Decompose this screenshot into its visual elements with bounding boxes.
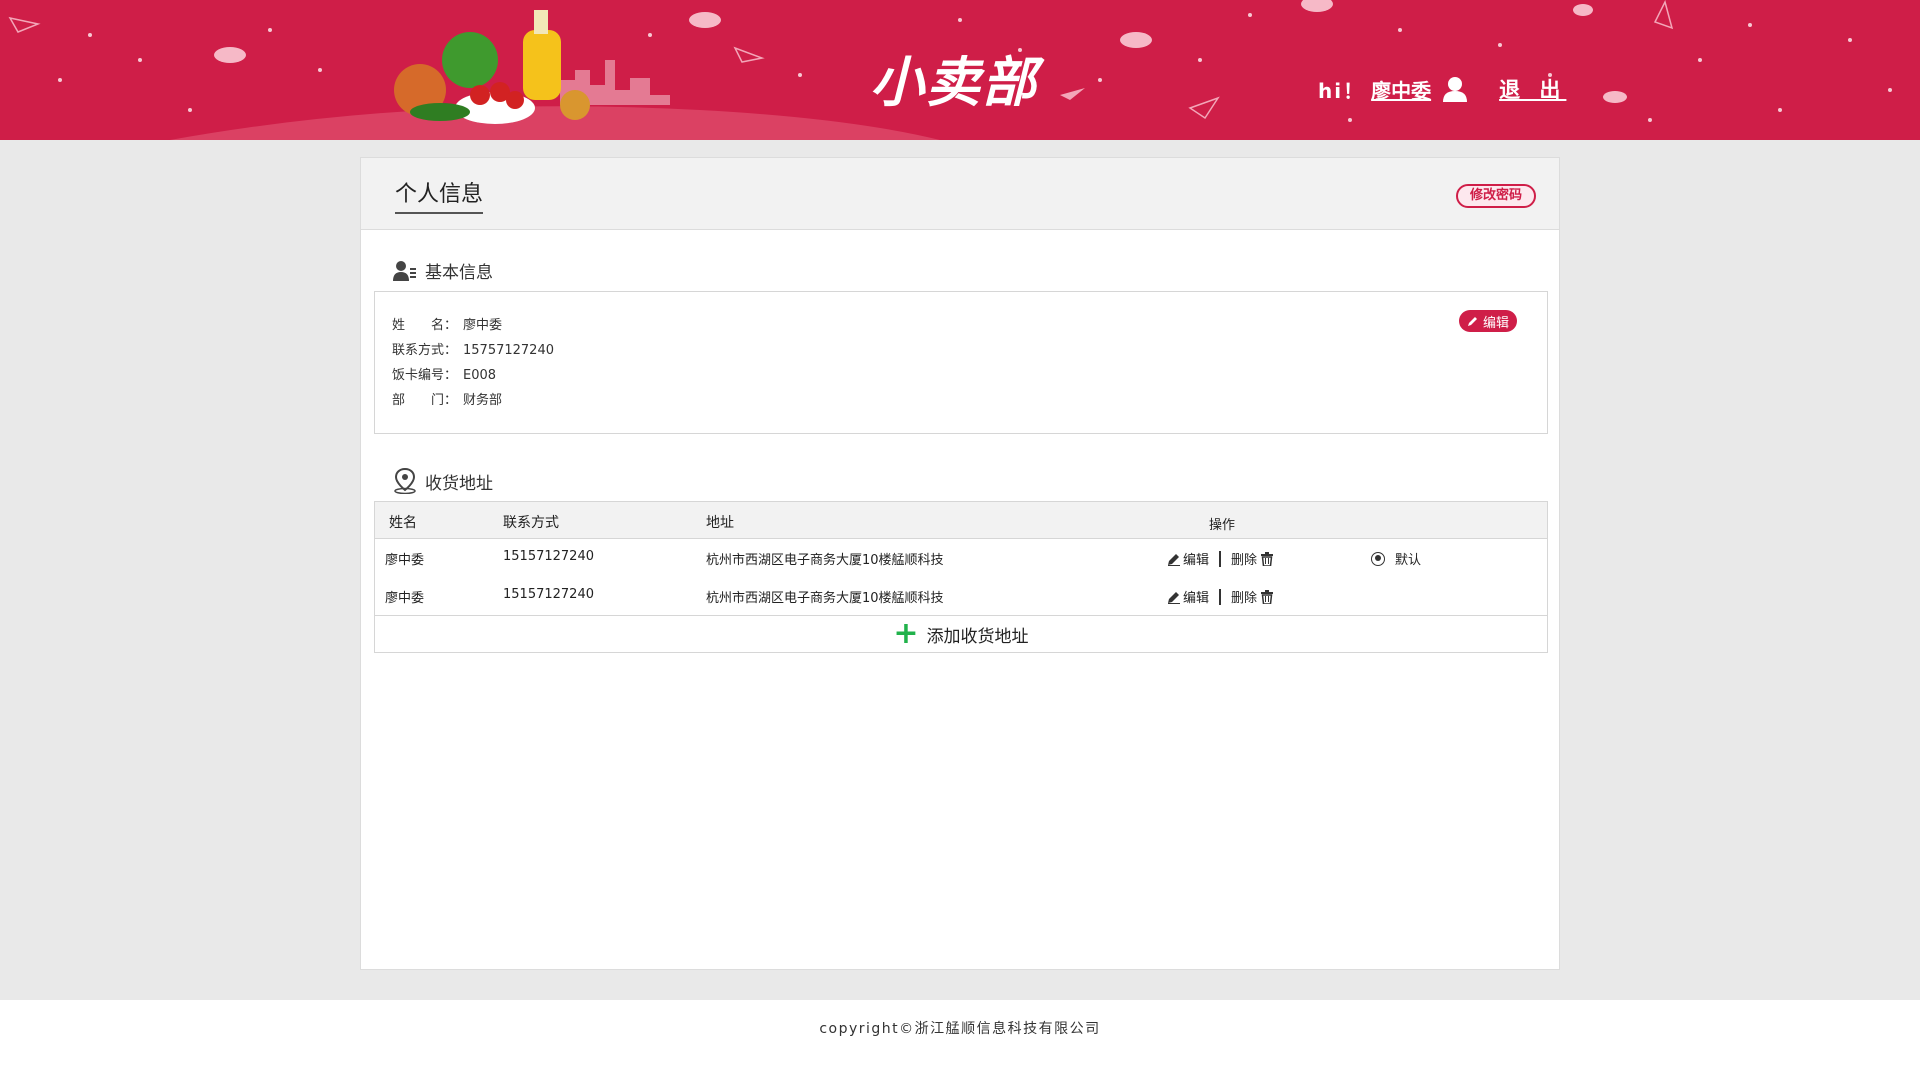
default-address-radio[interactable]: 默认 [1371,549,1421,568]
column-header-name: 姓名 [389,515,417,531]
pencil-icon [1168,591,1180,604]
address-table: 姓名 联系方式 地址 操作 廖中委 15157127240 杭州市西湖区电子商务… [374,501,1548,653]
copyright-text: copyright©浙江艋顺信息科技有限公司 [819,1021,1101,1037]
action-divider [1219,588,1222,605]
basic-info-box: 姓 名： 廖中委 联系方式： 15757127240 饭卡编号： E008 部 门： 财… [374,291,1548,434]
footer: copyright©浙江艋顺信息科技有限公司 [0,1000,1920,1080]
logout-link[interactable]: 退 出 [1499,74,1566,104]
add-address-button[interactable]: + 添加收货地址 [375,615,1547,652]
cell-name: 廖中委 [385,591,425,606]
edit-label: 编辑 [1183,553,1210,568]
row-actions: 编辑 删除 [1167,549,1274,568]
user-card-icon [393,260,416,281]
info-value: 15757127240 [463,343,554,358]
cell-address: 杭州市西湖区电子商务大厦10楼艋顺科技 [706,553,944,568]
info-label: 部 门： [392,393,458,408]
trash-icon [1261,589,1274,604]
info-value: 廖中委 [463,318,503,333]
profile-panel: 个人信息 修改密码 基本信息 姓 名： 廖中委 联系方式： 15757127240 … [360,157,1560,970]
header-banner: 小卖部 hi！ 廖中委 退 出 [0,0,1920,140]
edit-basic-info-button[interactable]: 编辑 [1458,310,1517,332]
delete-label: 删除 [1231,553,1258,568]
cell-phone: 15157127240 [503,549,594,564]
table-row: 廖中委 15157127240 杭州市西湖区电子商务大厦10楼艋顺科技 编辑 删… [375,539,1547,577]
trash-icon [1261,551,1274,566]
delete-address-button[interactable]: 删除 [1231,549,1274,568]
location-pin-icon [394,468,416,494]
basic-info-heading: 基本信息 [393,258,493,283]
info-label: 联系方式： [392,343,458,358]
cell-name: 廖中委 [385,553,425,568]
info-row-phone: 联系方式： 15757127240 [392,339,554,358]
address-heading: 收货地址 [393,468,493,494]
table-row: 廖中委 15157127240 杭州市西湖区电子商务大厦10楼艋顺科技 编辑 删… [375,577,1547,615]
info-label: 姓 名： [392,318,458,333]
info-row-card: 饭卡编号： E008 [392,364,496,383]
username-link[interactable]: 廖中委 [1371,75,1431,104]
delete-label: 删除 [1231,591,1258,606]
info-label: 饭卡编号： [392,368,458,383]
pencil-icon [1467,317,1477,326]
site-logo: 小卖部 [870,51,1038,114]
table-header: 姓名 联系方式 地址 操作 [375,502,1547,539]
info-value: 财务部 [463,393,503,408]
info-row-department: 部 门： 财务部 [392,389,502,408]
column-header-address: 地址 [706,515,734,531]
user-icon[interactable] [1441,75,1469,103]
pencil-icon [1168,553,1180,566]
delete-address-button[interactable]: 删除 [1231,587,1274,606]
add-address-label: 添加收货地址 [926,626,1029,647]
address-title: 收货地址 [425,473,493,494]
info-value: E008 [463,368,497,383]
plus-icon: + [893,616,919,651]
cell-phone: 15157127240 [503,587,594,602]
cell-address: 杭州市西湖区电子商务大厦10楼艋顺科技 [706,591,944,606]
action-divider [1219,550,1222,567]
info-row-name: 姓 名： 廖中委 [392,314,502,333]
row-actions: 编辑 删除 [1167,587,1274,606]
panel-header: 个人信息 修改密码 [361,158,1559,230]
basic-info-title: 基本信息 [425,263,493,283]
change-password-button[interactable]: 修改密码 [1455,184,1536,208]
page-title: 个人信息 [395,176,484,214]
edit-label: 编辑 [1482,315,1509,331]
edit-address-button[interactable]: 编辑 [1167,549,1209,568]
column-header-actions: 操作 [1209,518,1236,533]
edit-label: 编辑 [1183,591,1210,606]
greeting-text: hi！ [1318,78,1366,103]
user-area: hi！ 廖中委 退 出 [1318,74,1566,104]
default-label: 默认 [1395,553,1422,568]
edit-address-button[interactable]: 编辑 [1167,587,1209,606]
radio-selected [1371,551,1385,566]
column-header-phone: 联系方式 [503,515,559,531]
